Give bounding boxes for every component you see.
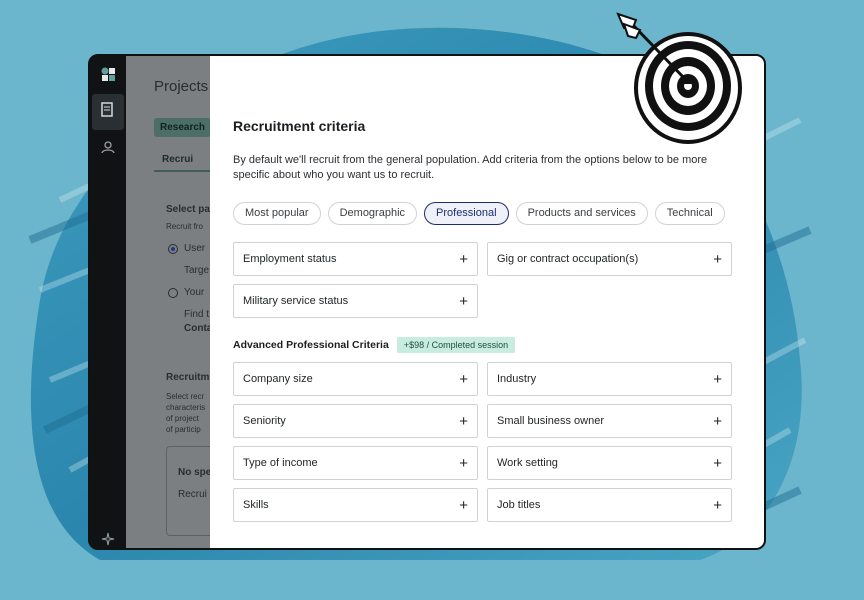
criterion-industry[interactable]: Industry +	[487, 362, 732, 396]
criterion-military-service[interactable]: Military service status +	[233, 284, 478, 318]
criterion-type-of-income[interactable]: Type of income +	[233, 446, 478, 480]
plus-icon: +	[459, 370, 468, 388]
criterion-company-size[interactable]: Company size +	[233, 362, 478, 396]
document-icon[interactable]	[98, 102, 118, 122]
criterion-label: Seniority	[243, 415, 286, 427]
no-specific-text: Recrui	[178, 489, 207, 500]
option-your-contact: Conta	[184, 323, 213, 334]
option-your-sub: Find t	[184, 309, 210, 320]
plus-icon: +	[459, 250, 468, 268]
basic-criteria-grid: Employment status + Gig or contract occup…	[233, 242, 733, 318]
plus-icon: +	[713, 250, 722, 268]
plus-icon: +	[459, 412, 468, 430]
criterion-seniority[interactable]: Seniority +	[233, 404, 478, 438]
advanced-title: Advanced Professional Criteria	[233, 339, 389, 351]
criterion-small-business-owner[interactable]: Small business owner +	[487, 404, 732, 438]
tab-most-popular[interactable]: Most popular	[233, 202, 321, 225]
radio-user[interactable]	[168, 244, 178, 254]
criterion-label: Company size	[243, 373, 313, 385]
advanced-criteria-header: Advanced Professional Criteria +$98 / Co…	[233, 337, 516, 353]
section-subtitle: Recruit fro	[166, 222, 203, 231]
section2-line: of project	[166, 414, 199, 423]
tab-demographic[interactable]: Demographic	[327, 202, 418, 225]
option-user-sub: Targe	[184, 265, 210, 276]
plus-icon: +	[459, 496, 468, 514]
app-logo-icon[interactable]	[98, 66, 118, 86]
plus-icon: +	[713, 454, 722, 472]
section2-line: Select recr	[166, 392, 205, 401]
modal-title: Recruitment criteria	[233, 118, 366, 134]
recruit-tab[interactable]: Recrui	[162, 154, 193, 165]
research-chip[interactable]: Research	[154, 118, 212, 137]
criterion-job-titles[interactable]: Job titles +	[487, 488, 732, 522]
section-title: Select pa	[166, 204, 210, 215]
criterion-gig-occupation[interactable]: Gig or contract occupation(s) +	[487, 242, 732, 276]
criterion-label: Skills	[243, 499, 269, 511]
criterion-label: Military service status	[243, 295, 349, 307]
criterion-label: Employment status	[243, 253, 337, 265]
criterion-label: Job titles	[497, 499, 541, 511]
tab-products-and-services[interactable]: Products and services	[515, 202, 648, 225]
advanced-criteria-grid: Company size + Industry + Seniority + Small…	[233, 362, 733, 522]
tab-professional[interactable]: Professional	[424, 202, 509, 225]
plus-icon: +	[459, 292, 468, 310]
modal-description: By default we'll recruit from the genera…	[233, 154, 708, 181]
section2-line: of particip	[166, 425, 201, 434]
sparkle-icon[interactable]	[98, 532, 118, 548]
criterion-skills[interactable]: Skills +	[233, 488, 478, 522]
option-your-label: Your	[184, 287, 205, 298]
radio-your[interactable]	[168, 288, 178, 298]
plus-icon: +	[713, 412, 722, 430]
plus-icon: +	[713, 496, 722, 514]
criterion-work-setting[interactable]: Work setting +	[487, 446, 732, 480]
projects-title: Projects	[154, 78, 209, 95]
plus-icon: +	[713, 370, 722, 388]
section2-title: Recruitm	[166, 372, 210, 383]
no-specific-title: No spe	[178, 467, 212, 478]
option-user-label: User	[184, 243, 206, 254]
plus-icon: +	[459, 454, 468, 472]
criterion-employment-status[interactable]: Employment status +	[233, 242, 478, 276]
tab-underline	[154, 170, 216, 172]
user-icon[interactable]	[98, 140, 118, 160]
criterion-label: Work setting	[497, 457, 558, 469]
left-rail	[90, 56, 126, 548]
tab-technical[interactable]: Technical	[654, 202, 725, 225]
criterion-label: Gig or contract occupation(s)	[497, 253, 639, 265]
target-arrow-icon	[616, 12, 742, 144]
criterion-label: Industry	[497, 373, 537, 385]
background-app-content: Projects Research Recrui Select pa Recru…	[126, 56, 216, 548]
price-badge: +$98 / Completed session	[396, 337, 516, 353]
criterion-label: Small business owner	[497, 415, 604, 427]
criteria-tabs: Most popular Demographic Professional Pr…	[233, 202, 725, 225]
criterion-label: Type of income	[243, 457, 318, 469]
section2-line: characteris	[166, 403, 206, 412]
